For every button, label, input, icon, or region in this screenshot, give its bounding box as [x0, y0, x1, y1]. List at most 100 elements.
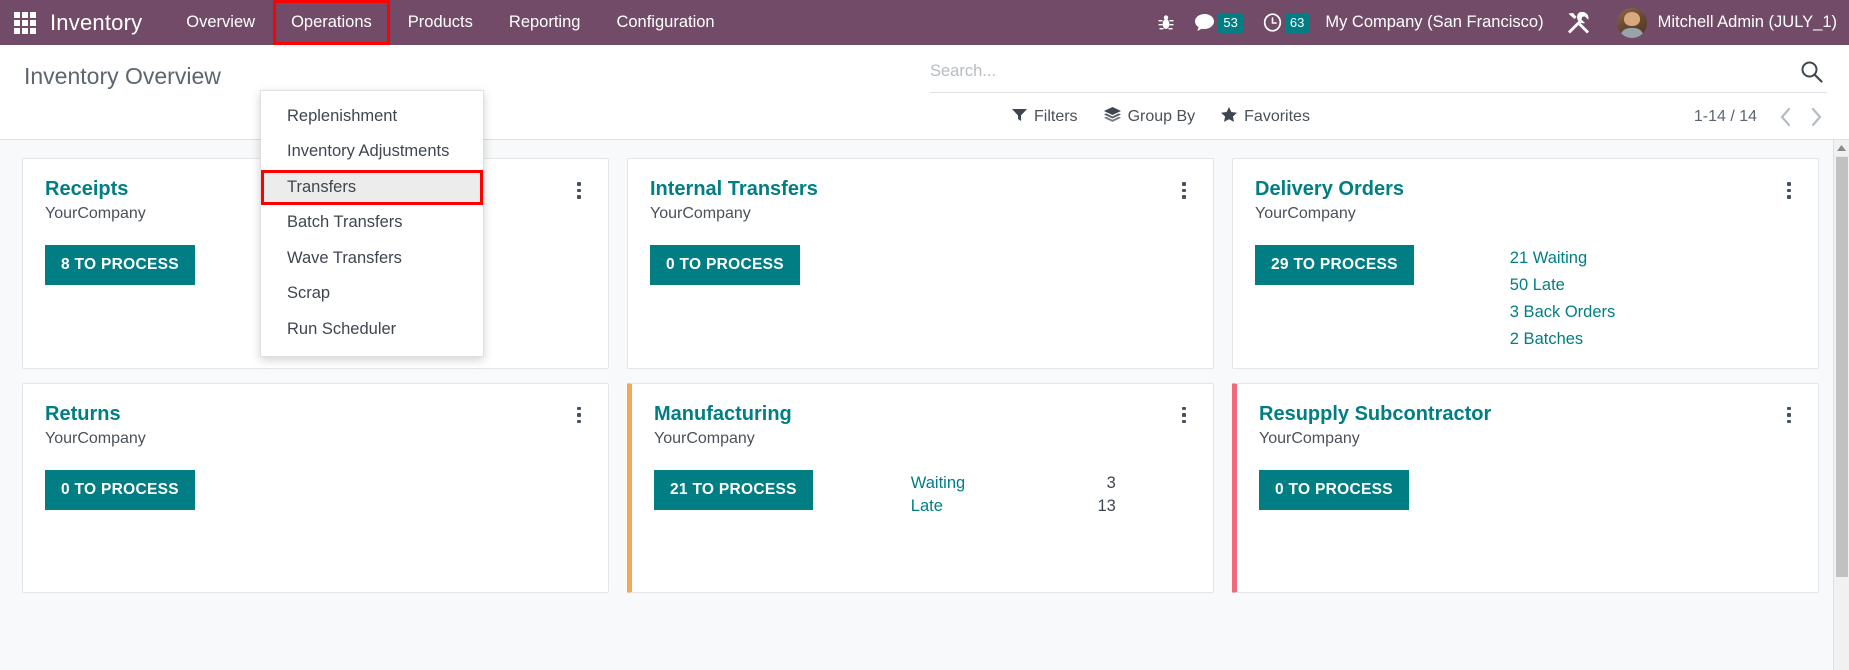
card-company: YourCompany — [1259, 429, 1360, 447]
control-panel-left: Inventory Overview — [0, 45, 930, 90]
card-body: 0 TO PROCESS — [1259, 469, 1798, 510]
user-avatar — [1616, 7, 1647, 38]
pager-range: 1-14 / 14 — [1693, 108, 1757, 125]
card-body: 0 TO PROCESS — [45, 469, 588, 510]
card-body: 29 TO PROCESS 21 Waiting 50 Late 3 Back … — [1255, 245, 1798, 352]
card-header: Delivery Orders YourCompany — [1255, 177, 1798, 223]
card-menu-kebab-icon[interactable] — [1780, 177, 1798, 199]
system-icons: 53 63 — [1158, 12, 1310, 33]
card-link-waiting[interactable]: 21 Waiting — [1510, 247, 1615, 271]
dropdown-item-wave-transfers[interactable]: Wave Transfers — [261, 241, 483, 276]
menu-item-products[interactable]: Products — [390, 0, 491, 45]
operations-dropdown-menu: Replenishment Inventory Adjustments Tran… — [260, 90, 484, 358]
card-company: YourCompany — [45, 429, 146, 447]
menu-item-configuration[interactable]: Configuration — [598, 0, 732, 45]
tools-icon[interactable] — [1566, 11, 1591, 35]
card-title[interactable]: Returns — [45, 402, 570, 427]
app-brand-inventory[interactable]: Inventory — [50, 10, 142, 36]
chevron-left-icon[interactable] — [1775, 105, 1796, 129]
filters-label: Filters — [1034, 108, 1078, 125]
card-menu-kebab-icon[interactable] — [1175, 177, 1193, 199]
card-links: 21 Waiting 50 Late 3 Back Orders 2 Batch… — [1510, 245, 1615, 352]
star-icon — [1221, 107, 1238, 127]
user-name-label: Mitchell Admin (JULY_1) — [1657, 13, 1837, 31]
scrollbar-thumb[interactable] — [1836, 157, 1848, 577]
vertical-scrollbar[interactable] — [1833, 140, 1849, 670]
card-link-late[interactable]: 50 Late — [1510, 274, 1615, 298]
chevron-right-icon[interactable] — [1806, 105, 1827, 129]
menu-item-overview[interactable]: Overview — [168, 0, 273, 45]
favorites-label: Favorites — [1244, 108, 1310, 125]
stat-label-late[interactable]: Late — [911, 497, 1086, 516]
group-by-label: Group By — [1127, 108, 1196, 125]
card-link-back-orders[interactable]: 3 Back Orders — [1510, 301, 1615, 325]
card-menu-kebab-icon[interactable] — [1175, 402, 1193, 424]
stat-label-waiting[interactable]: Waiting — [911, 474, 1086, 493]
to-process-button[interactable]: 21 TO PROCESS — [654, 469, 813, 510]
kanban-card-internal-transfers[interactable]: Internal Transfers YourCompany 0 TO PROC… — [627, 158, 1214, 369]
kanban-card-manufacturing[interactable]: Manufacturing YourCompany 21 TO PROCESS … — [627, 382, 1214, 593]
to-process-button[interactable]: 0 TO PROCESS — [45, 469, 195, 510]
dropdown-item-scrap[interactable]: Scrap — [261, 276, 483, 311]
to-process-button[interactable]: 0 TO PROCESS — [1259, 469, 1409, 510]
activities-counter[interactable]: 63 — [1263, 12, 1310, 33]
search-bar[interactable] — [930, 51, 1827, 93]
menu-item-operations[interactable]: Operations — [273, 0, 390, 45]
kanban-card-resupply-subcontractor[interactable]: Resupply Subcontractor YourCompany 0 TO … — [1232, 382, 1819, 593]
to-process-button[interactable]: 0 TO PROCESS — [650, 245, 800, 285]
card-titles: Manufacturing YourCompany — [654, 402, 1175, 448]
card-company: YourCompany — [654, 429, 755, 447]
card-titles: Internal Transfers YourCompany — [650, 177, 1175, 223]
scroll-up-arrow-icon[interactable] — [1834, 140, 1849, 157]
card-menu-kebab-icon[interactable] — [570, 177, 588, 199]
card-titles: Delivery Orders YourCompany — [1255, 177, 1780, 223]
card-header: Internal Transfers YourCompany — [650, 177, 1193, 223]
card-stats-table: Waiting 3 Late 13 — [911, 470, 1116, 516]
layers-icon — [1103, 107, 1121, 127]
top-navbar: Inventory Overview Operations Products R… — [0, 0, 1849, 45]
filter-icon — [1012, 108, 1027, 127]
card-header: Resupply Subcontractor YourCompany — [1259, 402, 1798, 448]
card-header: Manufacturing YourCompany — [654, 402, 1193, 448]
filters-button[interactable]: Filters — [1012, 108, 1078, 127]
search-icon[interactable] — [1792, 60, 1823, 83]
card-body: 0 TO PROCESS — [650, 245, 1193, 285]
card-titles: Returns YourCompany — [45, 402, 570, 448]
dropdown-item-replenishment[interactable]: Replenishment — [261, 99, 483, 134]
apps-grid-icon[interactable] — [14, 11, 36, 34]
control-panel-actions: Filters Group By Favorites 1-14 / 14 — [930, 93, 1827, 137]
kanban-card-delivery-orders[interactable]: Delivery Orders YourCompany 29 TO PROCES… — [1232, 158, 1819, 369]
card-title[interactable]: Manufacturing — [654, 402, 1175, 427]
search-options: Filters Group By Favorites — [1012, 107, 1310, 127]
card-header: Returns YourCompany — [45, 402, 588, 448]
group-by-button[interactable]: Group By — [1103, 107, 1196, 127]
user-menu[interactable]: Mitchell Admin (JULY_1) — [1616, 7, 1837, 38]
search-input[interactable] — [930, 62, 1792, 81]
menu-item-reporting[interactable]: Reporting — [491, 0, 599, 45]
card-title[interactable]: Delivery Orders — [1255, 177, 1780, 202]
card-title[interactable]: Resupply Subcontractor — [1259, 402, 1780, 427]
dropdown-item-batch-transfers[interactable]: Batch Transfers — [261, 205, 483, 240]
card-body: 21 TO PROCESS Waiting 3 Late 13 — [654, 469, 1193, 516]
to-process-button[interactable]: 29 TO PROCESS — [1255, 245, 1414, 285]
to-process-button[interactable]: 8 TO PROCESS — [45, 245, 195, 285]
activities-badge: 63 — [1284, 12, 1310, 33]
favorites-button[interactable]: Favorites — [1221, 107, 1310, 127]
dropdown-item-inventory-adjustments[interactable]: Inventory Adjustments — [261, 134, 483, 169]
bug-icon[interactable] — [1158, 14, 1174, 32]
pager: 1-14 / 14 — [1694, 105, 1827, 129]
control-panel: Inventory Overview Filters — [0, 45, 1849, 358]
company-switcher[interactable]: My Company (San Francisco) — [1325, 13, 1543, 32]
dropdown-item-transfers[interactable]: Transfers — [261, 169, 483, 206]
card-menu-kebab-icon[interactable] — [570, 402, 588, 424]
kanban-card-returns[interactable]: Returns YourCompany 0 TO PROCESS — [22, 382, 609, 593]
card-menu-kebab-icon[interactable] — [1780, 402, 1798, 424]
main-menu: Overview Operations Products Reporting C… — [168, 0, 732, 45]
messages-counter[interactable]: 53 — [1194, 12, 1243, 33]
dropdown-item-run-scheduler[interactable]: Run Scheduler — [261, 312, 483, 347]
card-company: YourCompany — [1255, 205, 1356, 222]
card-link-batches[interactable]: 2 Batches — [1510, 328, 1615, 352]
card-title[interactable]: Internal Transfers — [650, 177, 1175, 202]
messages-badge: 53 — [1218, 12, 1243, 33]
stat-value-late: 13 — [1097, 496, 1116, 515]
